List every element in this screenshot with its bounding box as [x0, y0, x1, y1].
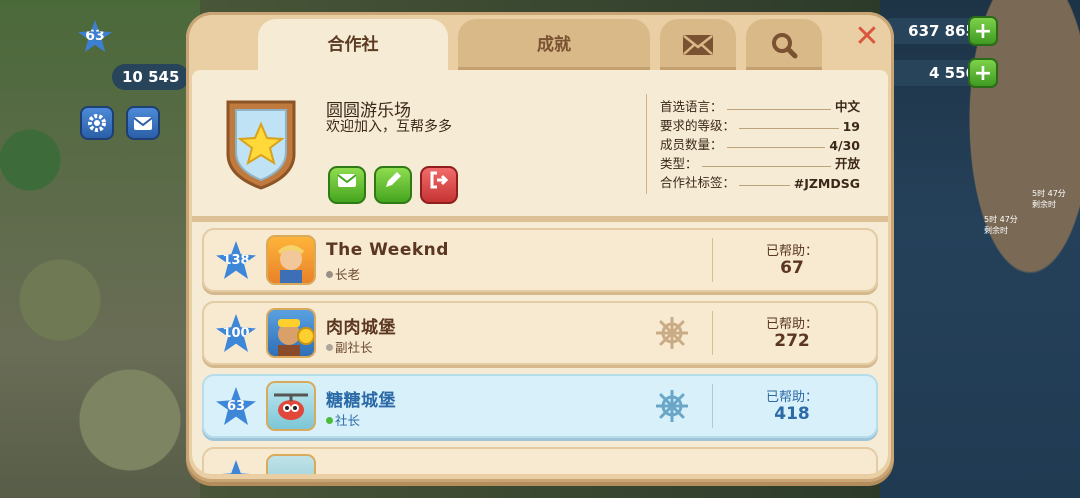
member-row[interactable] — [202, 447, 878, 474]
settings-button[interactable] — [80, 106, 114, 140]
pencil-icon — [386, 172, 401, 187]
member-role: 长老 — [326, 264, 360, 283]
club-header: 圆圆游乐场 欢迎加入，互帮多多 首选语言： 中文 要求的等级： 19 成员数量： 4/… — [200, 74, 880, 214]
helped-label: 已帮助： — [765, 317, 818, 332]
coins-display-left: 10 545 — [112, 64, 190, 90]
role-dot-icon — [326, 344, 333, 351]
helped-count: 272 — [774, 331, 810, 351]
timer-label-2: 5时 47分 剩余时 — [984, 215, 1018, 235]
member-separator — [712, 311, 713, 355]
gear-icon — [88, 114, 106, 132]
info-row-members: 成员数量： 4/30 — [660, 137, 860, 153]
info-row-tag: 合作社标签： #JZMDSG — [660, 175, 860, 191]
member-name: 肉肉城堡 — [326, 318, 396, 338]
message-club-button[interactable] — [328, 166, 366, 204]
member-separator — [712, 238, 713, 282]
info-separator — [646, 94, 647, 194]
member-avatar — [266, 454, 316, 474]
helped-label: 已帮助： — [765, 244, 818, 259]
add-currency-2-button[interactable]: + — [968, 58, 998, 88]
member-row-self[interactable]: 63 糖糖城堡 社长 已帮助： 418 — [202, 374, 878, 438]
member-name: The Weeknd — [326, 240, 449, 260]
tab-achievements[interactable]: 成就 — [458, 19, 650, 71]
close-button[interactable]: ✕ — [852, 22, 882, 52]
member-avatar — [266, 308, 316, 358]
info-row-required-level: 要求的等级： 19 — [660, 118, 860, 134]
member-level-badge: 100 — [216, 314, 256, 352]
ship-wheel-icon — [656, 390, 688, 422]
member-role: 副社长 — [326, 337, 373, 356]
mail-icon — [683, 35, 713, 55]
member-level-badge: 63 — [216, 387, 256, 425]
search-icon — [772, 33, 798, 59]
helped-count: 418 — [774, 404, 810, 424]
info-row-language: 首选语言： 中文 — [660, 99, 860, 114]
add-currency-1-button[interactable]: + — [968, 16, 998, 46]
mail-icon — [133, 117, 153, 130]
mail-side-button[interactable] — [126, 106, 160, 140]
tab-search[interactable] — [746, 19, 822, 71]
club-content: 圆圆游乐场 欢迎加入，互帮多多 首选语言： 中文 要求的等级： 19 成员数量： 4/… — [192, 70, 888, 474]
role-dot-icon — [326, 271, 333, 278]
member-role: 社长 — [326, 410, 360, 429]
member-level-badge: 138 — [216, 241, 256, 279]
member-name: 糖糖城堡 — [326, 391, 396, 411]
member-avatar — [266, 235, 316, 285]
role-dot-icon — [326, 417, 333, 424]
tab-mail[interactable] — [660, 19, 736, 71]
club-emblem-icon — [226, 100, 296, 190]
club-description: 欢迎加入，互帮多多 — [326, 119, 452, 135]
divider — [192, 216, 888, 222]
exit-icon — [430, 171, 449, 189]
helped-count: 67 — [780, 258, 804, 278]
member-row[interactable]: 138 The Weeknd 长老 已帮助： 67 — [202, 228, 878, 292]
leave-club-button[interactable] — [420, 166, 458, 204]
member-row[interactable]: 100 肉肉城堡 副社长 已帮助： 272 — [202, 301, 878, 365]
member-separator — [712, 384, 713, 428]
tab-club[interactable]: 合作社 — [258, 19, 448, 71]
helped-label: 已帮助： — [765, 390, 818, 405]
member-level-badge — [216, 460, 256, 474]
club-info-list: 首选语言： 中文 要求的等级： 19 成员数量： 4/30 类型： 开放 合作社标签： #… — [660, 96, 860, 191]
mail-icon — [337, 174, 357, 187]
timer-label-1: 5时 47分 剩余时 — [1032, 189, 1066, 209]
member-avatar — [266, 381, 316, 431]
edit-club-button[interactable] — [374, 166, 412, 204]
info-row-type: 类型： 开放 — [660, 156, 860, 171]
ship-wheel-icon — [656, 317, 688, 349]
